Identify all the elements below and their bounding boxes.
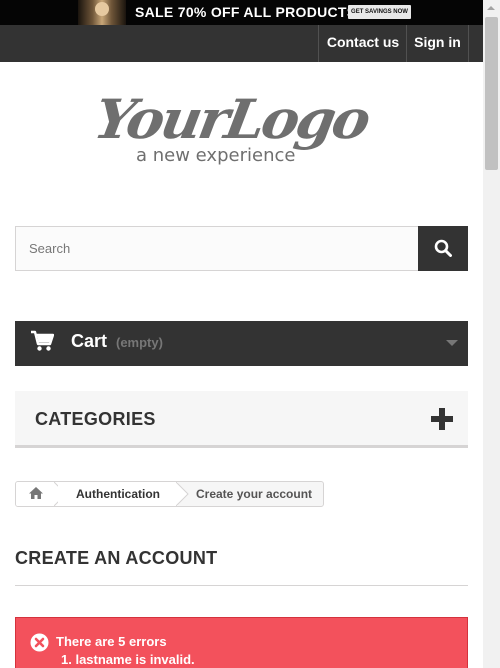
scrollbar-thumb[interactable] <box>485 17 498 170</box>
page-title: CREATE AN ACCOUNT <box>15 543 468 586</box>
shopping-cart-icon <box>31 330 54 351</box>
logo-wordmark: YourLogo <box>92 87 374 151</box>
alert-error-item: 1. lastname is invalid. <box>61 652 195 667</box>
search-input[interactable] <box>15 226 418 271</box>
home-icon <box>29 487 43 499</box>
breadcrumb-separator <box>176 482 189 506</box>
logo-tagline: a new experience <box>136 145 295 166</box>
contact-us-link[interactable]: Contact us <box>318 25 407 62</box>
search-icon <box>434 239 452 257</box>
cart-label: Cart <box>71 331 108 351</box>
chevron-down-icon <box>446 340 458 346</box>
promo-banner[interactable]: SALE 70% OFF ALL PRODUCTS GET SAVINGS NO… <box>0 0 483 25</box>
cart-block[interactable]: Cart (empty) <box>15 321 468 366</box>
breadcrumb-home[interactable] <box>16 482 58 506</box>
promo-text: SALE 70% OFF ALL PRODUCTS <box>135 4 357 20</box>
plus-icon[interactable] <box>431 408 453 430</box>
categories-block[interactable]: CATEGORIES <box>15 391 468 448</box>
scrollbar[interactable] <box>483 0 500 668</box>
get-savings-button[interactable]: GET SAVINGS NOW <box>348 5 411 19</box>
sign-in-link[interactable]: Sign in <box>406 25 469 62</box>
categories-title: CATEGORIES <box>35 409 156 429</box>
breadcrumb-item-label: Authentication <box>76 487 160 501</box>
site-logo[interactable]: YourLogo a new experience <box>92 80 382 170</box>
alert-title: There are 5 errors <box>56 634 167 649</box>
error-alert: There are 5 errors 1. lastname is invali… <box>15 617 468 668</box>
close-circle-icon <box>30 633 49 652</box>
breadcrumb: Authentication Create your account <box>15 481 324 507</box>
breadcrumb-item-authentication[interactable]: Authentication <box>58 482 178 506</box>
top-nav-bar: Contact us Sign in <box>0 25 483 62</box>
page: SALE 70% OFF ALL PRODUCTS GET SAVINGS NO… <box>0 0 483 668</box>
cart-status: (empty) <box>116 335 163 350</box>
search-button[interactable] <box>418 226 468 271</box>
promo-model-head <box>95 2 109 16</box>
promo-model-image <box>78 0 126 25</box>
scroll-up-arrow-icon[interactable] <box>483 0 500 17</box>
breadcrumb-current: Create your account <box>196 487 313 501</box>
